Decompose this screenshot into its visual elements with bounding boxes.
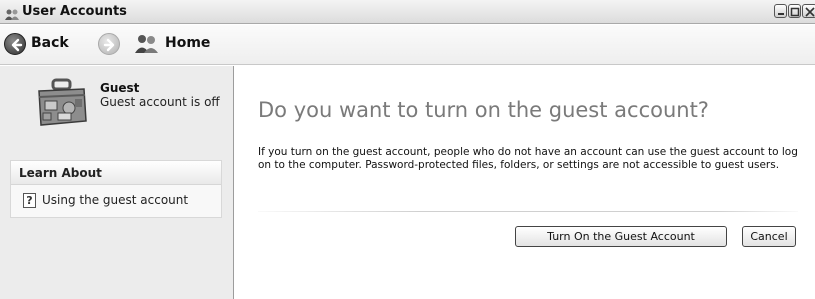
learn-about-title: Learn About [19, 166, 102, 180]
navigation-bar: Back Home [0, 25, 815, 65]
help-icon: ? [23, 193, 36, 208]
minimize-button[interactable] [774, 4, 787, 18]
suitcase-icon [33, 77, 90, 129]
divider [258, 211, 798, 212]
back-arrow-icon [4, 33, 26, 55]
forward-arrow-icon [98, 33, 120, 55]
home-button[interactable]: Home [134, 31, 214, 57]
forward-button[interactable] [98, 33, 122, 57]
help-link-using-guest-account[interactable]: ? Using the guest account [23, 191, 219, 211]
home-label: Home [165, 35, 211, 51]
account-status: Guest account is off [100, 95, 220, 109]
task-pane: Guest Guest account is off Learn About ?… [0, 66, 234, 299]
back-label: Back [31, 35, 69, 51]
turn-on-guest-account-button[interactable]: Turn On the Guest Account [515, 226, 727, 247]
help-link-label: Using the guest account [42, 193, 189, 207]
close-button[interactable] [802, 4, 815, 18]
users-home-icon [134, 34, 160, 58]
maximize-button[interactable] [788, 4, 801, 18]
account-name: Guest [100, 81, 140, 95]
page-description: If you turn on the guest account, people… [258, 146, 798, 171]
title-bar: User Accounts [0, 0, 815, 24]
learn-about-panel: Learn About ? Using the guest account [10, 160, 222, 218]
page-title: Do you want to turn on the guest account… [258, 98, 709, 122]
user-accounts-icon [5, 6, 19, 20]
learn-about-header: Learn About [11, 161, 221, 185]
window-title: User Accounts [22, 4, 127, 19]
back-button[interactable]: Back [2, 31, 102, 57]
cancel-button[interactable]: Cancel [742, 226, 796, 247]
